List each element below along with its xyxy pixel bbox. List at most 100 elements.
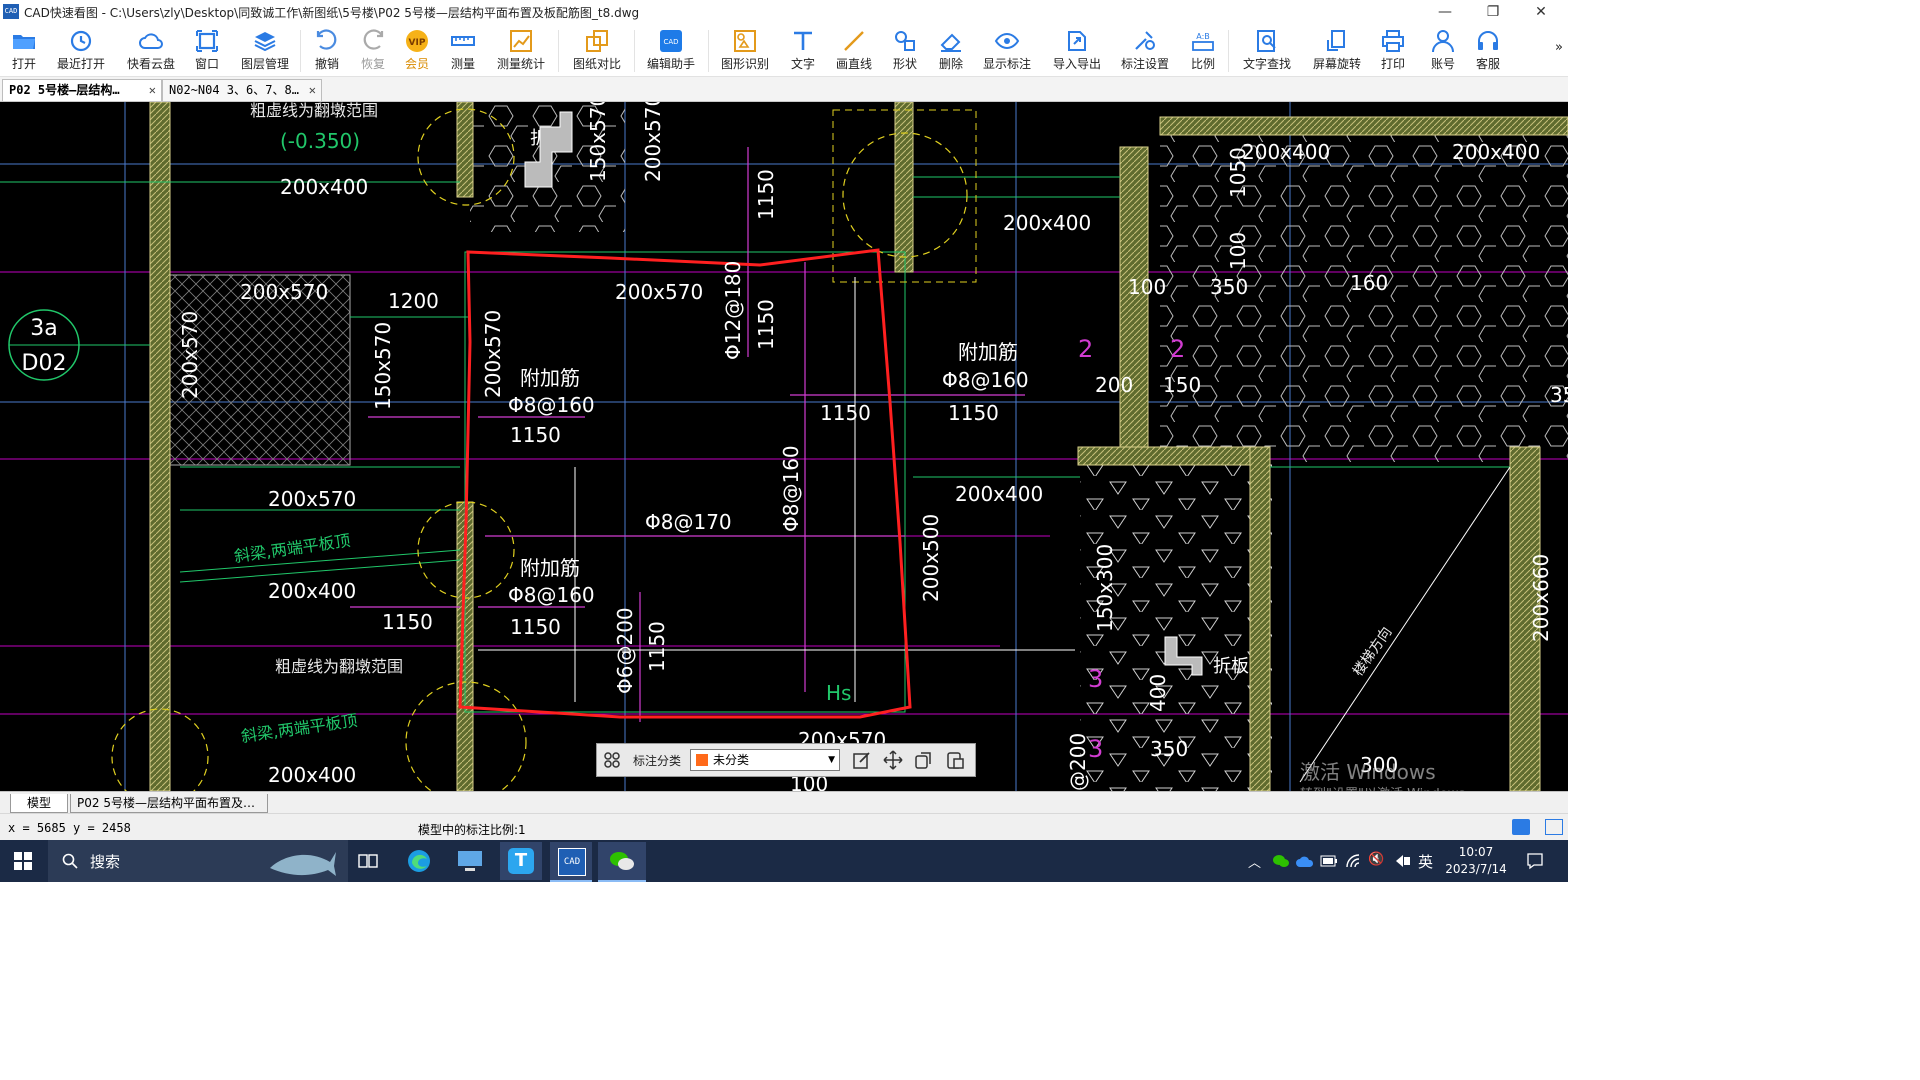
rebar-note: 附加筋 bbox=[520, 366, 580, 390]
account-button[interactable]: 账号 bbox=[1428, 26, 1458, 72]
dim-label: 1150 bbox=[754, 299, 778, 350]
delete-button[interactable]: 删除 bbox=[936, 26, 966, 72]
show-annotation-button[interactable]: 显示标注 bbox=[980, 26, 1034, 72]
dim-label: 400 bbox=[1146, 674, 1170, 712]
layout-tab-model[interactable]: 模型 bbox=[10, 794, 68, 813]
battery-icon[interactable] bbox=[1320, 855, 1338, 867]
tab-p02-5-building[interactable]: P02 5号楼—层结构… ✕ bbox=[2, 79, 162, 101]
whale-shark-graphic-icon bbox=[270, 852, 336, 876]
service-button[interactable]: 客服 bbox=[1473, 26, 1503, 72]
cad-drawing[interactable]: 3a D02 粗虚线为翻墩范围 粗虚线为翻墩范围 楼梯方向 (-0.350) 斜… bbox=[0, 102, 1568, 791]
vip-button[interactable]: VIP 会员 bbox=[402, 26, 432, 72]
volume-muted-icon[interactable]: 🔇 bbox=[1368, 852, 1384, 867]
print-button[interactable]: 打印 bbox=[1378, 26, 1408, 72]
marker-label: 2 bbox=[1170, 335, 1185, 363]
toolbar-separator bbox=[1228, 30, 1229, 72]
edit-helper-button[interactable]: CAD 编辑助手 bbox=[644, 26, 698, 72]
edge-browser-icon[interactable] bbox=[406, 848, 432, 874]
edit-annotation-icon[interactable] bbox=[852, 750, 872, 770]
coordinate-readout: x = 5685 y = 2458 bbox=[8, 821, 131, 835]
recent-button[interactable]: 最近打开 bbox=[54, 26, 108, 72]
screen-rotate-button[interactable]: 屏幕旋转 bbox=[1310, 26, 1364, 72]
dim-label: 1150 bbox=[948, 401, 999, 425]
text-icon bbox=[794, 31, 812, 50]
minimize-button[interactable]: — bbox=[1422, 2, 1468, 22]
tray-cloud-icon[interactable] bbox=[1296, 854, 1314, 868]
red-markup-outline[interactable] bbox=[458, 248, 912, 719]
rebar-label: Φ12@180 bbox=[721, 261, 745, 360]
ime-mode-icon[interactable] bbox=[1394, 853, 1412, 869]
toolbar-separator bbox=[634, 30, 635, 72]
dim-label: 200x400 bbox=[280, 175, 368, 199]
annotation-category-label: 标注分类 bbox=[633, 754, 682, 768]
dim-label: 200x400 bbox=[1242, 140, 1330, 164]
shape-recog-icon bbox=[734, 30, 756, 52]
open-button[interactable]: 打开 bbox=[6, 26, 42, 72]
task-view-icon[interactable] bbox=[358, 852, 378, 870]
grid-icon[interactable] bbox=[603, 751, 621, 769]
copy-icon[interactable] bbox=[914, 750, 934, 770]
tab-close-icon[interactable]: ✕ bbox=[149, 80, 156, 101]
window-button[interactable]: 窗口 bbox=[192, 26, 222, 72]
layers-button[interactable]: 图层管理 bbox=[238, 26, 292, 72]
tray-wechat-icon[interactable] bbox=[1272, 853, 1290, 869]
tab-close-icon[interactable]: ✕ bbox=[309, 80, 316, 101]
text-search-button[interactable]: 文字查找 bbox=[1240, 26, 1294, 72]
category-color-swatch bbox=[696, 754, 708, 766]
window-title: CAD快速看图 - C:\Users\zly\Desktop\同致诚工作\新图纸… bbox=[24, 6, 640, 20]
measure-button[interactable]: 测量 bbox=[448, 26, 478, 72]
paste-icon[interactable] bbox=[945, 750, 965, 770]
rebar-note: 附加筋 bbox=[958, 340, 1018, 364]
scale-button[interactable]: A:B 比例 bbox=[1188, 26, 1218, 72]
taskbar-search-box[interactable]: 搜索 bbox=[48, 840, 348, 882]
compare-button[interactable]: 图纸对比 bbox=[570, 26, 624, 72]
annotation-category-select[interactable]: 未分类 ▼ bbox=[690, 749, 840, 771]
drawing-canvas[interactable]: 3a D02 粗虚线为翻墩范围 粗虚线为翻墩范围 楼梯方向 (-0.350) 斜… bbox=[0, 102, 1568, 791]
undo-button[interactable]: 撤销 bbox=[312, 26, 342, 72]
display-mode-icon[interactable] bbox=[1512, 819, 1530, 835]
fullscreen-icon[interactable] bbox=[1545, 819, 1563, 835]
toolbar-more-button[interactable]: » bbox=[1552, 40, 1566, 55]
document-tab-bar: P02 5号楼—层结构… ✕ N02~N04 3、6、7、8… ✕ bbox=[0, 77, 1568, 102]
remote-desktop-icon[interactable] bbox=[456, 848, 484, 874]
taskbar-app-t[interactable]: T bbox=[500, 842, 542, 880]
rebar-label: Φ8@160 bbox=[942, 368, 1029, 392]
notification-icon[interactable] bbox=[1526, 852, 1544, 870]
window-icon bbox=[196, 30, 218, 52]
beam-note: 斜梁,两端平板顶 bbox=[240, 711, 359, 746]
text-button[interactable]: 文字 bbox=[788, 26, 818, 72]
dim-label: 150 bbox=[1163, 373, 1201, 397]
wifi-icon[interactable] bbox=[1345, 853, 1363, 869]
taskbar-app-cad[interactable]: CAD bbox=[550, 842, 592, 882]
windows-start-icon[interactable] bbox=[14, 852, 32, 870]
dim-label: 1150 bbox=[754, 169, 778, 220]
dim-label: 200x570 bbox=[481, 310, 505, 398]
clock[interactable]: 10:07 2023/7/14 bbox=[1444, 844, 1508, 878]
move-icon[interactable] bbox=[883, 750, 903, 770]
measure-stats-button[interactable]: 测量统计 bbox=[494, 26, 548, 72]
shape-button[interactable]: 形状 bbox=[890, 26, 920, 72]
restore-button[interactable]: ❐ bbox=[1470, 2, 1516, 22]
ime-language[interactable]: 英 bbox=[1418, 851, 1433, 872]
annotation-settings-button[interactable]: 标注设置 bbox=[1118, 26, 1172, 72]
close-button[interactable]: ✕ bbox=[1518, 2, 1564, 22]
dim-label: 200x660 bbox=[1529, 554, 1553, 642]
vip-icon: VIP bbox=[406, 30, 428, 52]
annotation-float-toolbar: 标注分类 未分类 ▼ bbox=[596, 743, 976, 777]
toolbar-separator bbox=[300, 30, 301, 72]
dim-label: 1200 bbox=[388, 289, 439, 313]
line-button[interactable]: 画直线 bbox=[834, 26, 874, 72]
import-export-button[interactable]: 导入导出 bbox=[1050, 26, 1104, 72]
export-icon bbox=[1068, 31, 1086, 51]
rebar-label: Φ8@160 bbox=[779, 445, 803, 532]
user-icon bbox=[1432, 30, 1454, 53]
redo-button[interactable]: 恢复 bbox=[358, 26, 388, 72]
cloud-button[interactable]: 快看云盘 bbox=[124, 26, 178, 72]
layout-tab-p02[interactable]: P02 5号楼—层结构平面布置及… bbox=[70, 794, 268, 813]
beam-note: 斜梁,两端平板顶 bbox=[233, 531, 352, 566]
tab-n02-n04[interactable]: N02~N04 3、6、7、8… ✕ bbox=[162, 79, 322, 101]
taskbar-app-wechat[interactable] bbox=[598, 842, 646, 882]
shape-recog-button[interactable]: 图形识别 bbox=[718, 26, 772, 72]
tray-chevron-icon[interactable]: ︿ bbox=[1248, 852, 1261, 871]
dim-label: 1150 bbox=[820, 401, 871, 425]
